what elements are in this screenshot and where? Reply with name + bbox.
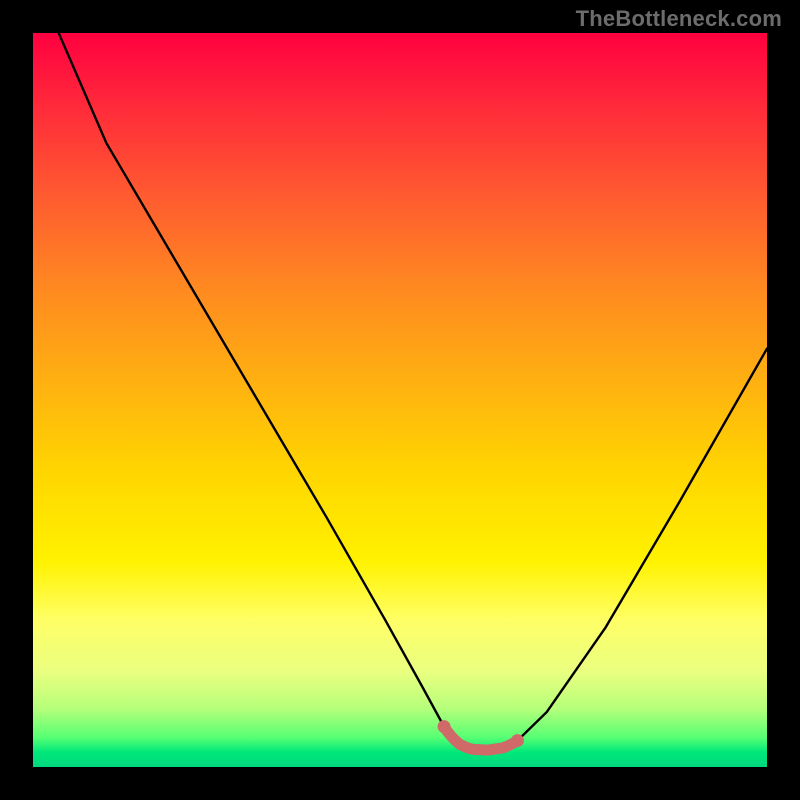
plot-area xyxy=(33,33,767,767)
chart-frame: TheBottleneck.com xyxy=(0,0,800,800)
curve-svg xyxy=(33,33,767,767)
bottleneck-curve-path xyxy=(59,33,767,750)
flat-segment-end-dot xyxy=(511,734,524,747)
watermark-text: TheBottleneck.com xyxy=(576,6,782,32)
flat-segment-path xyxy=(444,727,517,750)
flat-segment-start-dot xyxy=(438,720,451,733)
